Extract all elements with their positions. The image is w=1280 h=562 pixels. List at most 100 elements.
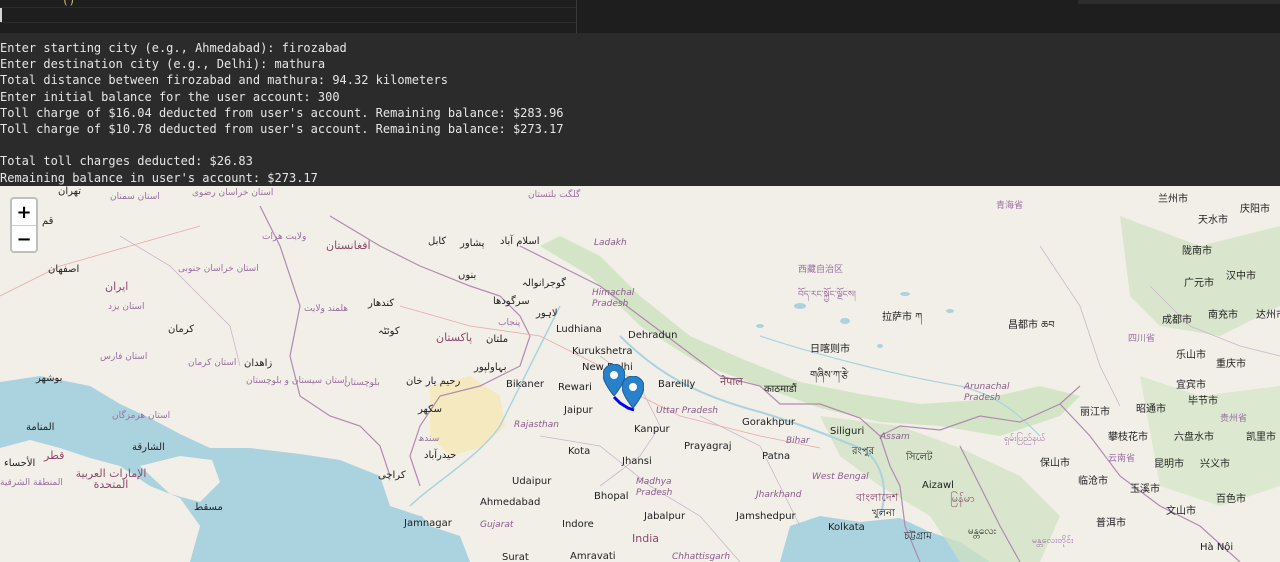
map-label: Rajasthan (514, 420, 559, 430)
map-label: བོད་རང་སྐྱོང་ལྗོངས། (798, 290, 856, 300)
map-label: استان خراسان جنوبی (178, 264, 259, 274)
map-label: Ladakh (594, 238, 627, 248)
map-label: Assam (880, 432, 910, 442)
map-label: پاکستان (436, 331, 473, 344)
map-label: 四川省 (1128, 334, 1156, 344)
map-label: Gujarat (480, 520, 514, 530)
map-label: চট্টগ্রাম (904, 531, 932, 542)
map-label: 重庆市 (1216, 359, 1246, 370)
map-label: မြန်မာ (950, 492, 975, 505)
text-cursor (0, 8, 2, 22)
map-label: 昌都市 ཆབ (1008, 320, 1055, 331)
map-label: ولایت هرات (262, 232, 307, 242)
map-label: 临沧市 (1078, 476, 1108, 487)
map-label: Bikaner (506, 379, 544, 390)
map-label: اسلام آباد (500, 236, 540, 247)
map-label: Rewari (558, 382, 592, 393)
map-label: Kolkata (828, 522, 865, 533)
map-label: ရှမ်းပြည်နယ် (1004, 434, 1046, 444)
editor-strip: () (0, 0, 1280, 33)
map-label: Bhopal (594, 491, 629, 502)
map-label: استان سیستان و بلوچستان (246, 376, 348, 386)
map-label: Ludhiana (556, 324, 602, 335)
map-label: Siliguri (830, 426, 865, 437)
map-label: Indore (562, 519, 594, 530)
editor-scroll-thumb[interactable] (1078, 0, 1280, 4)
map-label: Bihar (786, 436, 810, 446)
map-label: Jhansi (622, 456, 652, 467)
map-label: المنامة (26, 422, 55, 433)
map-label: الأحساء (4, 458, 36, 469)
zoom-control: + − (10, 197, 38, 253)
map-label: 成都市 (1162, 315, 1192, 326)
map-label: Hà Nội (1200, 542, 1234, 553)
map-label: بلوچستان (344, 378, 380, 388)
map-label: 日喀则市 (810, 344, 850, 355)
map-label: 庆阳市 (1240, 204, 1270, 215)
editor-line (0, 7, 576, 8)
map-label: काठमाडौं (764, 384, 797, 395)
map-label: 昭通市 (1136, 404, 1166, 415)
console-line: Total distance between firozabad and mat… (0, 73, 448, 87)
map-view[interactable]: تهران قم اصفهان ایران استان یزد کرمان اس… (0, 186, 1280, 562)
console-line: Enter initial balance for the user accou… (0, 90, 340, 104)
map-label: Himachal Pradesh (592, 288, 635, 309)
map-label: 保山市 (1040, 458, 1070, 469)
map-label: استان کرمان (188, 358, 237, 368)
destination-marker-icon[interactable] (622, 376, 644, 408)
map-label: မန္တလေးတိုင်း (1032, 536, 1074, 546)
map-label: 六盘水市 (1174, 432, 1214, 443)
map-label: Kota (568, 446, 591, 457)
zoom-in-button[interactable]: + (12, 199, 36, 225)
map-label: سندھ (418, 434, 440, 444)
map-label: لاہور (536, 308, 558, 319)
zoom-out-button[interactable]: − (12, 225, 36, 252)
map-label: زاهدان (244, 358, 273, 369)
map-label: Surat (502, 552, 529, 562)
map-label: Ahmedabad (480, 497, 541, 508)
map-label: استان سمنان (110, 192, 160, 202)
editor-code-fragment: () (62, 0, 76, 7)
map-label: Jharkhand (756, 490, 802, 500)
map-label: Patna (762, 451, 791, 462)
map-label: Jaipur (564, 405, 593, 416)
map-label: افغانستان (326, 239, 371, 252)
map-label: 攀枝花市 (1108, 432, 1148, 443)
editor-line (0, 22, 576, 23)
map-label: استان خراسان رضوی (192, 188, 274, 198)
map-label: 兰州市 (1158, 194, 1188, 205)
map-label: 文山市 (1166, 506, 1196, 517)
map-label: Aizawl (922, 480, 954, 491)
map-label: الشارقة (132, 442, 165, 453)
map-label: 兴义市 (1200, 459, 1230, 470)
map-label: 拉萨市 ཀ (882, 312, 923, 323)
map-label: کابل (428, 236, 447, 247)
map-label: Kurukshetra (572, 346, 633, 357)
console-line: Toll charge of $16.04 deducted from user… (0, 106, 564, 120)
map-label: 百色市 (1216, 494, 1246, 505)
map-label: سکھر (418, 404, 443, 415)
map-label: 陇南市 (1182, 246, 1212, 257)
editor-divider (576, 0, 577, 33)
map-label: سرگودھا (493, 296, 530, 307)
map-label: Chhattisgarh (672, 552, 731, 562)
map-label: West Bengal (812, 472, 869, 482)
map-label: Gorakhpur (742, 417, 796, 428)
map-label: بہاولپور (474, 362, 507, 373)
map-label: بنوں (458, 270, 477, 281)
map-label: Dehradun (628, 330, 678, 341)
map-label: استان فارس (100, 352, 148, 362)
map-label: Jabalpur (644, 511, 686, 522)
map-label: नेपाल (720, 375, 743, 388)
map-label: بوشهر (36, 373, 63, 384)
map-label: 凯里市 (1246, 432, 1276, 443)
map-label: اصفهان (48, 264, 80, 275)
map-label: هلمند ولایت (304, 304, 349, 314)
map-label: India (632, 532, 659, 545)
map-label: সিলেট (906, 452, 933, 463)
map-label: Arunachal Pradesh (964, 382, 1010, 403)
route-line (612, 395, 635, 412)
map-label: المنطقة الشرقية (0, 478, 63, 488)
map-label: پشاور (460, 238, 485, 249)
map-label: Bareilly (658, 379, 696, 390)
